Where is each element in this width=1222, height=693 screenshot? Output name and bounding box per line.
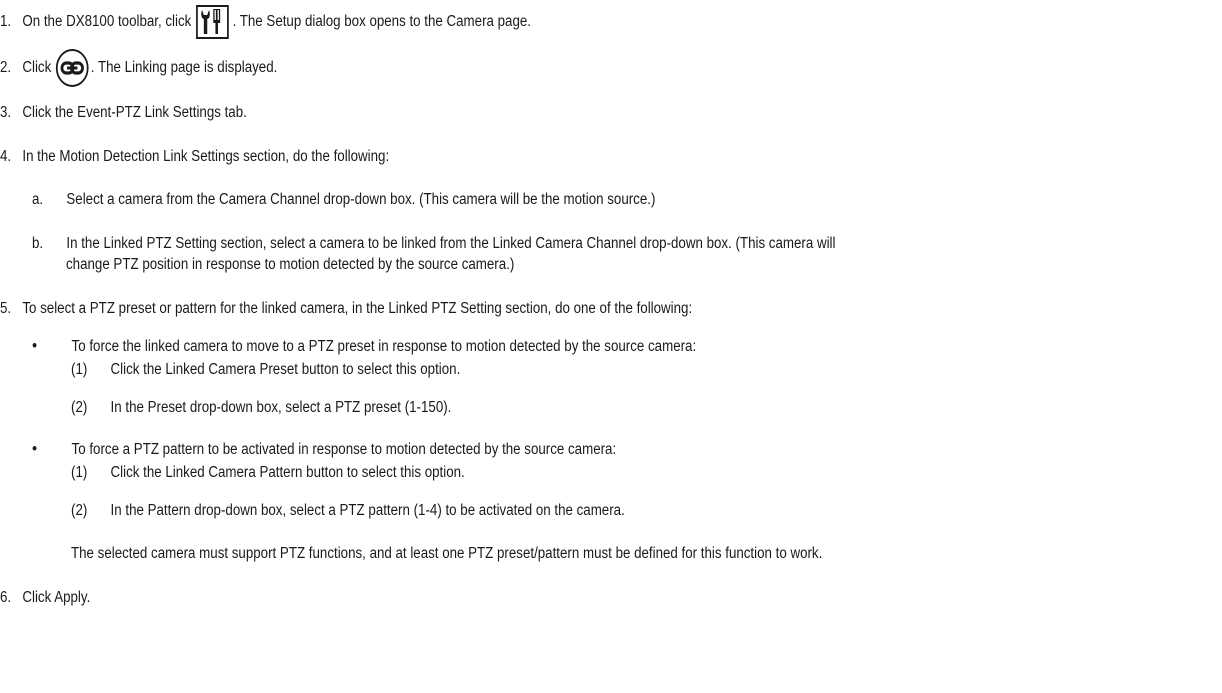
note-text: The selected camera must support PTZ fun… bbox=[71, 545, 823, 562]
step-6: 6. Click Apply. bbox=[0, 588, 90, 608]
subitem-text: Click the Linked Camera Preset button to… bbox=[110, 361, 461, 378]
step-4: 4. In the Motion Detection Link Settings … bbox=[0, 147, 389, 167]
subitem-label: (2) bbox=[71, 502, 88, 519]
substep-text: change PTZ position in response to motio… bbox=[66, 256, 515, 273]
bullet-text: To force a PTZ pattern to be activated i… bbox=[71, 441, 617, 458]
step-number: 6. bbox=[0, 589, 12, 606]
step-number: 2. bbox=[0, 59, 12, 76]
substep-text: Select a camera from the Camera Channel … bbox=[66, 191, 656, 208]
bullet-subitem: (2) In the Pattern drop-down box, select … bbox=[71, 501, 625, 521]
link-icon[interactable] bbox=[55, 48, 89, 87]
step-number: 4. bbox=[0, 148, 12, 165]
step-number: 5. bbox=[0, 300, 12, 317]
step-text: In the Motion Detection Link Settings se… bbox=[22, 148, 390, 165]
substep-text: In the Linked PTZ Setting section, selec… bbox=[66, 235, 836, 252]
step-number: 3. bbox=[0, 104, 12, 121]
step-text-after: . The Setup dialog box opens to the Came… bbox=[232, 13, 531, 30]
step-text: Click the Event-PTZ Link Settings tab. bbox=[22, 104, 247, 121]
step-text-after: . The Linking page is displayed. bbox=[90, 59, 278, 76]
subitem-label: (1) bbox=[71, 361, 88, 378]
step-text: Click bbox=[22, 59, 52, 76]
tools-icon[interactable] bbox=[196, 4, 230, 39]
substep-label: b. bbox=[32, 235, 44, 252]
subitem-text: In the Preset drop-down box, select a PT… bbox=[110, 399, 452, 416]
subitem-label: (1) bbox=[71, 464, 88, 481]
subitem-text: Click the Linked Camera Pattern button t… bbox=[110, 464, 465, 481]
bullet-item: • To force a PTZ pattern to be activated … bbox=[32, 439, 616, 460]
bullet-subitem: (1) Click the Linked Camera Preset button… bbox=[71, 360, 460, 380]
procedure-page: 1. On the DX8100 toolbar, click . The Set… bbox=[0, 0, 1222, 693]
step-number: 1. bbox=[0, 13, 12, 30]
step-3: 3. Click the Event-PTZ Link Settings tab. bbox=[0, 103, 247, 123]
bullet-text: To force the linked camera to move to a … bbox=[71, 338, 697, 355]
substep-label: a. bbox=[32, 191, 44, 208]
step-text: To select a PTZ preset or pattern for th… bbox=[22, 300, 693, 317]
step-text: On the DX8100 toolbar, click bbox=[22, 13, 192, 30]
substep-b: b. In the Linked PTZ Setting section, sel… bbox=[32, 234, 835, 254]
substep-a: a. Select a camera from the Camera Channe… bbox=[32, 190, 655, 210]
step-2: 2. Click . The Linking page is displayed. bbox=[0, 48, 278, 87]
subitem-text: In the Pattern drop-down box, select a P… bbox=[110, 502, 625, 519]
subitem-label: (2) bbox=[71, 399, 88, 416]
step-1: 1. On the DX8100 toolbar, click . The Set… bbox=[0, 4, 531, 39]
bullet-item: • To force the linked camera to move to a… bbox=[32, 336, 696, 357]
bullet-subitem: (2) In the Preset drop-down box, select a… bbox=[71, 398, 451, 418]
step-text: Click Apply. bbox=[22, 589, 91, 606]
bullet-marker: • bbox=[32, 439, 38, 458]
substep-b-continued: change PTZ position in response to motio… bbox=[66, 255, 514, 275]
bullet-subitem: (1) Click the Linked Camera Pattern butto… bbox=[71, 463, 465, 483]
step-5: 5. To select a PTZ preset or pattern for … bbox=[0, 299, 692, 319]
bullet-marker: • bbox=[32, 336, 38, 355]
